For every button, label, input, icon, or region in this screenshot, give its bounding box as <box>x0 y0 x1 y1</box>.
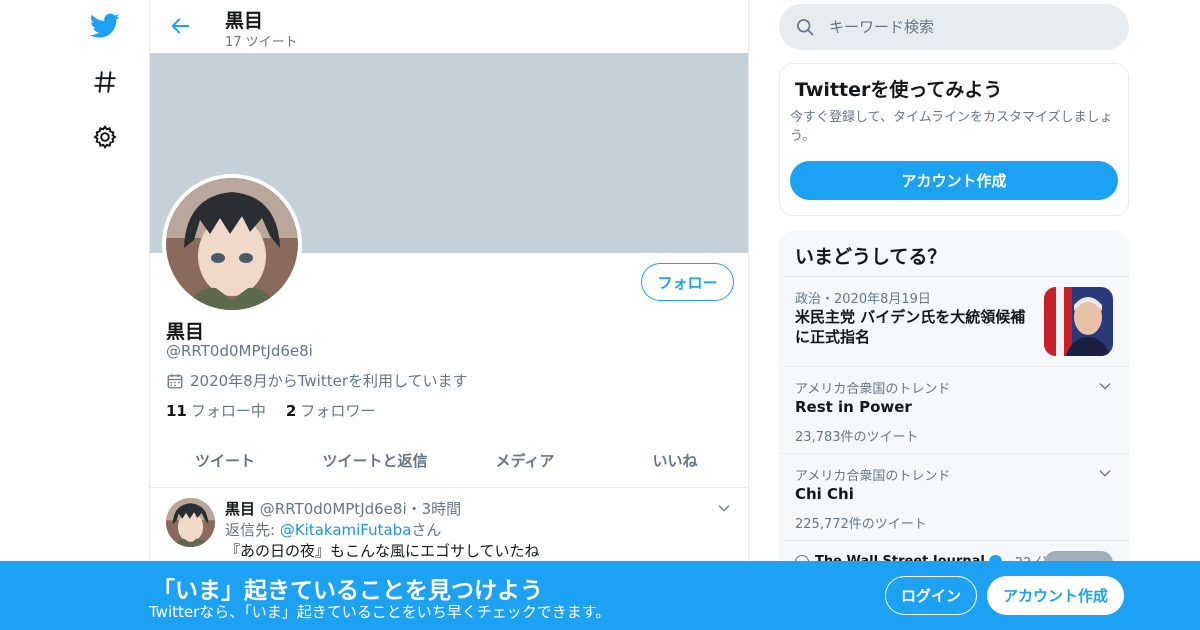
trend-item[interactable]: 政治・2020年8月19日 米民主党 バイデン氏を大統領候補に正式指名 <box>779 276 1129 366</box>
signup-description: 今すぐ登録して、タイムラインをカスタマイズしましょう。 <box>790 110 1113 144</box>
trend-item[interactable]: アメリカ合衆国のトレンド Chi Chi 225,772件のツイート <box>779 453 1129 540</box>
profile-header-bar: 黒目 17 ツイート <box>150 0 748 53</box>
followers-link[interactable]: 2 フォロワー <box>286 400 375 421</box>
prompt-title: 「いま」起きていることを見つけよう <box>152 578 543 604</box>
tab-media[interactable]: メディア <box>450 433 600 487</box>
reply-suffix: さん <box>411 521 442 539</box>
create-account-button[interactable]: アカウント作成 <box>790 161 1118 200</box>
tweet-author-name[interactable]: 黒目 <box>225 500 255 518</box>
trend-thumbnail <box>1044 287 1113 356</box>
profile-tabs: ツイート ツイートと返信 メディア いいね <box>150 433 748 488</box>
trend-context: アメリカ合衆国のトレンド <box>795 469 951 484</box>
header-tweet-count: 17 ツイート <box>225 35 298 50</box>
tweet-avatar[interactable] <box>166 498 215 547</box>
signup-title: Twitterを使ってみよう <box>795 79 1003 101</box>
signup-prompt-bar: 「いま」起きていることを見つけよう Twitterなら、「いま」起きていることを… <box>0 561 1200 630</box>
trend-name: Rest in Power <box>795 398 912 416</box>
search-input[interactable] <box>829 18 1089 36</box>
trend-name: 米民主党 バイデン氏を大統領候補に正式指名 <box>795 308 1026 346</box>
profile-name: 黒目 <box>166 321 205 343</box>
left-nav <box>0 0 150 630</box>
followers-count: 2 <box>285 402 297 420</box>
tweet-author-handle[interactable]: @RRT0d0MPtJd6e8i <box>260 500 407 518</box>
profile-handle: @RRT0d0MPtJd6e8i <box>166 342 313 360</box>
joined-text: 2020年8月からTwitterを利用しています <box>190 372 468 390</box>
chevron-down-icon[interactable] <box>1097 465 1113 485</box>
tweet-header: 黒目 @RRT0d0MPtJd6e8i・3時間 <box>225 498 461 519</box>
trend-context: アメリカ合衆国のトレンド <box>795 382 951 397</box>
follow-stats: 11 フォロー中 2 フォロワー <box>166 400 395 421</box>
twitter-logo-icon[interactable] <box>87 8 123 44</box>
reply-handle-link[interactable]: @KitakamiFutaba <box>280 521 412 539</box>
search-icon <box>795 17 815 37</box>
tweet-separator: ・ <box>406 500 422 518</box>
follow-button[interactable]: フォロー <box>641 263 734 301</box>
tweet-menu-caret[interactable] <box>716 500 732 520</box>
main-column: 黒目 17 ツイート フォロー 黒目 @RRT0d0MPtJd6e8i 2020… <box>149 0 749 630</box>
following-count: 11 <box>166 402 187 420</box>
create-account-button-bottom[interactable]: アカウント作成 <box>987 576 1124 615</box>
gear-icon[interactable] <box>87 119 123 155</box>
tweet-text: 『あの日の夜』もこんな風にエゴサしていたね <box>225 542 540 560</box>
trend-tweet-count: 23,783件のツイート <box>795 430 919 445</box>
arrow-left-icon <box>171 18 190 34</box>
chevron-down-icon <box>718 505 730 512</box>
tab-likes[interactable]: いいね <box>600 433 748 487</box>
header-name: 黒目 <box>225 10 264 32</box>
login-button[interactable]: ログイン <box>885 576 977 615</box>
signup-panel: Twitterを使ってみよう 今すぐ登録して、タイムラインをカスタマイズしましょ… <box>779 63 1129 216</box>
search-bar[interactable] <box>779 4 1129 50</box>
trend-tweet-count: 225,772件のツイート <box>795 517 927 532</box>
prompt-subtitle: Twitterなら、「いま」起きていることをいち早くチェックできます。 <box>149 603 611 621</box>
joined-date: 2020年8月からTwitterを利用しています <box>166 370 468 391</box>
following-link[interactable]: 11 フォロー中 <box>166 400 266 421</box>
trend-item[interactable]: アメリカ合衆国のトレンド Rest in Power 23,783件のツイート <box>779 366 1129 453</box>
calendar-icon <box>166 372 184 390</box>
profile-avatar[interactable] <box>162 174 302 314</box>
tweet-time[interactable]: 3時間 <box>422 500 462 518</box>
trend-context: 政治・2020年8月19日 <box>795 292 931 307</box>
following-label: フォロー中 <box>190 402 266 420</box>
reply-prefix: 返信先: <box>225 521 280 539</box>
chevron-down-icon[interactable] <box>1097 378 1113 398</box>
trends-title: いまどうしてる？ <box>795 246 947 268</box>
tab-tweets[interactable]: ツイート <box>150 433 300 487</box>
trend-name: Chi Chi <box>795 485 854 503</box>
tab-tweets-replies[interactable]: ツイートと返信 <box>300 433 450 487</box>
back-button[interactable] <box>166 11 196 41</box>
reply-to: 返信先: @KitakamiFutabaさん <box>225 519 441 540</box>
hashtag-icon[interactable] <box>87 64 123 100</box>
followers-label: フォロワー <box>300 402 376 420</box>
